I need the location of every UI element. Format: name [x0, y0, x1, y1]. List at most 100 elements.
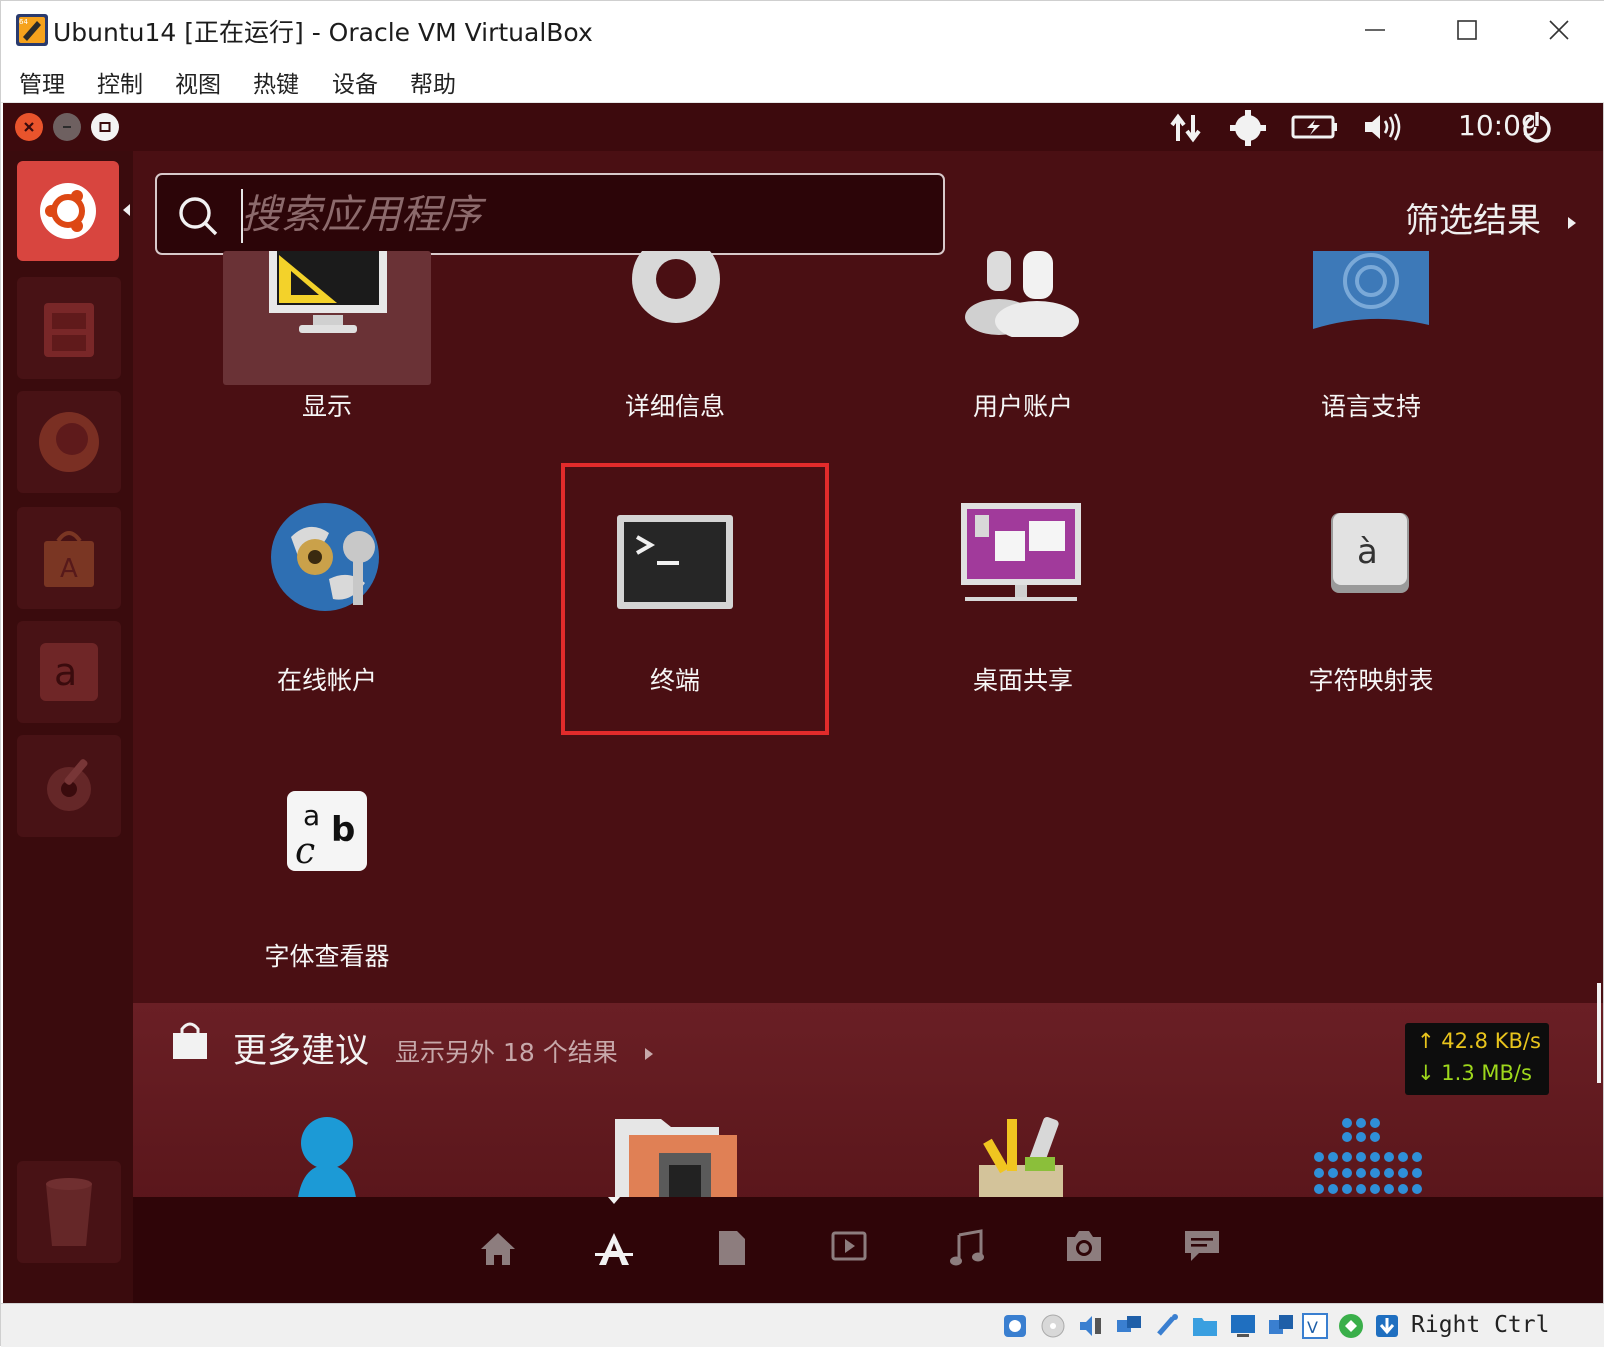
search-box[interactable] [155, 173, 945, 255]
menu-view[interactable]: 视图 [175, 65, 221, 99]
launcher-trash[interactable] [17, 1161, 121, 1263]
menu-hotkeys[interactable]: 热键 [253, 65, 299, 99]
optical-drive-icon[interactable] [1039, 1312, 1067, 1340]
audio-icon[interactable] [1077, 1312, 1105, 1340]
file-cabinet-icon [44, 303, 94, 357]
shared-folder-icon[interactable] [1191, 1312, 1219, 1340]
download-speed-value: 1.3 MB/s [1441, 1061, 1532, 1085]
volume-icon[interactable] [1363, 111, 1403, 143]
show-more-results-link[interactable]: 显示另外 18 个结果 [395, 1033, 654, 1069]
window-title: Ubuntu14 [正在运行] - Oracle VM VirtualBox [53, 18, 593, 47]
launcher-ubuntu-dash[interactable] [17, 161, 119, 261]
launcher-amazon[interactable]: a [17, 621, 121, 723]
language-support-icon[interactable] [1311, 251, 1431, 331]
minimize-button[interactable] [1329, 1, 1421, 59]
hard-disk-icon[interactable] [1001, 1312, 1029, 1340]
app-label-font-viewer[interactable]: 字体查看器 [264, 937, 389, 973]
upload-speed-value: 42.8 KB/s [1441, 1029, 1541, 1053]
power-icon[interactable] [1519, 109, 1555, 145]
files-app-icon[interactable] [611, 1115, 741, 1205]
character-map-icon[interactable]: à [1329, 511, 1411, 595]
svg-text:64: 64 [19, 18, 28, 26]
dash-minimize-button[interactable] [53, 113, 81, 141]
virtualbox-icon: 64 [16, 14, 48, 46]
maximize-icon [99, 122, 111, 132]
video-lens-icon[interactable] [831, 1229, 867, 1263]
app-label-character-map[interactable]: 字符映射表 [1308, 661, 1433, 697]
home-lens-icon[interactable] [479, 1229, 517, 1267]
dash-maximize-button[interactable] [91, 113, 119, 141]
maximize-icon [1457, 20, 1477, 40]
app-label-online-accounts[interactable]: 在线帐户 [277, 661, 377, 697]
maximize-button[interactable] [1421, 1, 1513, 59]
download-arrow-icon: ↓ [1417, 1061, 1442, 1085]
font-viewer-icon[interactable]: a b c [285, 789, 369, 873]
upload-speed: ↑ 42.8 KB/s [1417, 1029, 1541, 1053]
music-lens-icon[interactable] [949, 1229, 985, 1267]
user-app-icon[interactable] [291, 1115, 363, 1205]
dots-app-icon[interactable] [1313, 1117, 1423, 1197]
guest-screen[interactable]: 10:09 A a 搜索应用程序 筛选结果 显示 详细信息 用户账户 语言支持 … [3, 103, 1603, 1303]
app-label-user-accounts[interactable]: 用户账户 [973, 387, 1073, 423]
menu-help[interactable]: 帮助 [410, 65, 456, 99]
active-lens-indicator-icon [608, 1197, 620, 1204]
settings-gear-icon[interactable] [1229, 109, 1267, 147]
app-label-desktop-sharing[interactable]: 桌面共享 [973, 661, 1073, 697]
menu-bar: 管理 控制 视图 热键 设备 帮助 [1, 59, 1604, 103]
show-more-results-label: 显示另外 18 个结果 [395, 1038, 618, 1067]
svg-text:à: à [1357, 532, 1378, 572]
desktop-sharing-icon[interactable] [959, 501, 1083, 613]
online-accounts-icon[interactable] [269, 499, 389, 615]
app-label-details[interactable]: 详细信息 [625, 387, 725, 423]
upload-arrow-icon: ↑ [1417, 1029, 1442, 1053]
launcher-firefox[interactable] [17, 391, 121, 493]
search-input[interactable] [241, 185, 931, 245]
video-capture-icon[interactable] [1267, 1312, 1295, 1340]
network-speed-widget: ↑ 42.8 KB/s ↓ 1.3 MB/s [1405, 1023, 1549, 1095]
virtualbox-status-bar: V Right Ctrl [1, 1303, 1604, 1347]
software-center-icon: A [44, 531, 94, 587]
close-icon [1549, 20, 1569, 40]
details-gear-icon[interactable] [617, 251, 735, 337]
tools-app-icon[interactable] [973, 1113, 1069, 1205]
guest-additions-icon[interactable] [1337, 1312, 1365, 1340]
download-speed: ↓ 1.3 MB/s [1417, 1061, 1532, 1085]
system-settings-icon [47, 759, 91, 811]
files-lens-icon[interactable] [717, 1229, 747, 1267]
launcher-system-settings[interactable] [17, 735, 121, 837]
dash-close-button[interactable] [15, 113, 43, 141]
social-lens-icon[interactable] [1183, 1229, 1221, 1263]
network-arrows-icon[interactable] [1169, 111, 1203, 145]
photo-lens-icon[interactable] [1065, 1229, 1103, 1263]
battery-icon[interactable] [1291, 113, 1339, 141]
dash-lens-bar [133, 1197, 1603, 1303]
ubuntu-top-panel: 10:09 [3, 103, 1603, 151]
display-icon[interactable] [1229, 1312, 1257, 1340]
app-label-display[interactable]: 显示 [302, 387, 352, 423]
host-key-label[interactable]: Right Ctrl [1411, 1312, 1549, 1338]
usb-icon[interactable] [1153, 1312, 1181, 1340]
title-bar[interactable]: 64 Ubuntu14 [正在运行] - Oracle VM VirtualBo… [1, 1, 1604, 59]
close-icon [24, 122, 34, 132]
menu-manage[interactable]: 管理 [19, 65, 65, 99]
more-suggestions-section: 更多建议 显示另外 18 个结果 [133, 1003, 1603, 1205]
chevron-right-icon [644, 1048, 653, 1060]
filter-results-button[interactable]: 筛选结果 [1405, 193, 1578, 242]
menu-control[interactable]: 控制 [97, 65, 143, 99]
launcher-files[interactable] [17, 277, 121, 379]
app-label-language-support[interactable]: 语言支持 [1321, 387, 1421, 423]
shopping-bag-icon [173, 1022, 207, 1059]
network-adapter-icon[interactable] [1115, 1312, 1143, 1340]
applications-lens-icon[interactable] [595, 1229, 633, 1269]
display-settings-icon[interactable] [267, 251, 389, 337]
mouse-integration-icon[interactable] [1373, 1312, 1401, 1340]
launcher-software-center[interactable]: A [17, 507, 121, 609]
menu-devices[interactable]: 设备 [332, 65, 378, 99]
vt-x-icon[interactable]: V [1301, 1312, 1329, 1340]
unity-dash: 筛选结果 显示 详细信息 [133, 151, 1603, 1303]
close-button[interactable] [1513, 1, 1604, 59]
user-accounts-icon[interactable] [963, 251, 1083, 337]
firefox-icon [39, 412, 99, 472]
amazon-icon: a [40, 643, 98, 701]
dash-scrollbar[interactable] [1597, 983, 1601, 1083]
